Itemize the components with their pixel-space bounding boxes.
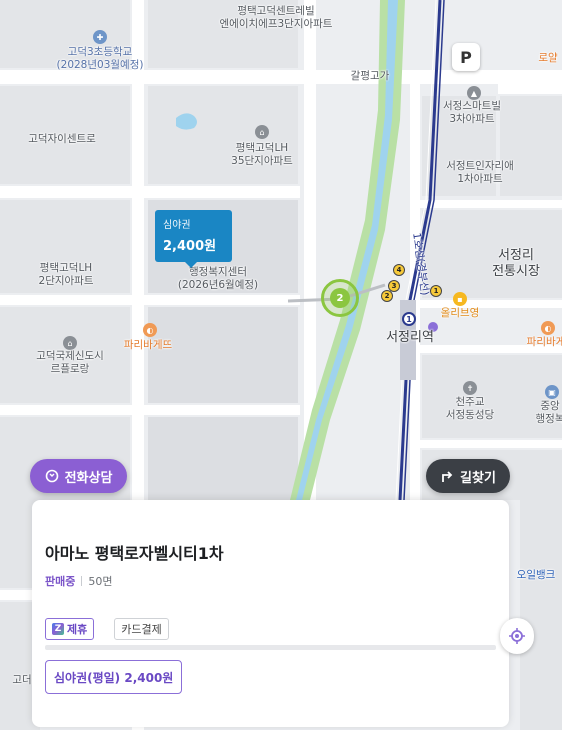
map-label-seojeong-trizia: 서정트인자리애 1차아파트 xyxy=(446,160,514,186)
parking-icon[interactable]: P xyxy=(452,43,480,71)
bakery-icon-right: ◐ xyxy=(541,321,555,335)
map-label-godeok-intl: 고덕국제신도시 르플로랑 xyxy=(36,350,104,376)
map-label-lh35: 평택고덕LH 35단지아파트 xyxy=(231,142,293,168)
apartment-icon-2: ⌂ xyxy=(63,336,77,350)
map-label-lotte: 로얄 xyxy=(538,52,558,64)
apartment-icon: ⌂ xyxy=(255,125,269,139)
price-marker[interactable]: 심야권 2,400원 xyxy=(155,210,232,268)
exit-badge-2: 2 xyxy=(381,290,393,302)
locate-button[interactable] xyxy=(500,618,534,654)
subway-line-badge-icon: 1 xyxy=(402,312,416,326)
map-label-welfare-center: 행정복지센터 (2026년6월예정) xyxy=(177,266,259,292)
card-payment-tag: 카드결제 xyxy=(114,618,169,640)
price-option-chip[interactable]: 심야권(평일) 2,400원 xyxy=(45,660,183,694)
cluster-count: 2 xyxy=(330,288,350,308)
map-label-paris-right: 파리바게 xyxy=(526,336,562,348)
price-marker-label: 심야권 xyxy=(163,220,191,231)
school-icon: ✚ xyxy=(93,30,107,44)
call-consult-label: 전화상담 xyxy=(64,470,113,486)
exit-badge-4: 4 xyxy=(393,264,405,276)
directions-label: 길찾기 xyxy=(460,470,496,486)
crosshair-icon xyxy=(509,628,525,644)
map-label-lh2: 평택고덕LH 2단지아파트 xyxy=(38,262,94,288)
call-consult-button[interactable]: 전화상담 xyxy=(30,459,127,493)
partner-tag-label: 제휴 xyxy=(67,623,88,636)
map-label-apartment-north: 평택고덕센트레빌 엔에이치에프3단지아파트 xyxy=(219,5,333,31)
building-icon: ▲ xyxy=(467,86,481,100)
bakery-icon-left: ◐ xyxy=(143,323,157,337)
shopping-icon: ▪ xyxy=(453,292,467,306)
directions-button[interactable]: 길찾기 xyxy=(426,459,510,493)
exit-badge-3: 3 xyxy=(388,280,400,292)
map-label-school: 고덕3초등학교 (2028년03월예정) xyxy=(56,46,144,72)
parking-meta-row: 판매중 50면 xyxy=(45,573,496,589)
parking-lot-name: 아마노 평택로자벨시티1차 xyxy=(45,544,224,563)
map-label-olive: 올리브영 xyxy=(440,307,480,319)
cluster-marker[interactable]: 2 xyxy=(321,279,359,317)
church-icon: ✝ xyxy=(463,381,477,395)
tags-row: Z 제휴 카드결제 xyxy=(45,618,496,640)
phone-refresh-icon xyxy=(45,469,58,483)
price-marker-price: 2,400원 xyxy=(163,239,217,254)
meta-divider xyxy=(81,576,83,586)
map-label-cheonju: 천주교 서정동성당 xyxy=(445,396,495,422)
card-divider xyxy=(45,645,496,650)
government-icon: ▣ xyxy=(545,385,559,399)
status-badge: 판매중 xyxy=(45,575,76,588)
map-label-paris-left: 파리바게뜨 xyxy=(123,339,173,351)
map-label-market: 서정리 전통시장 xyxy=(492,248,540,280)
parking-info-card[interactable]: 아마노 평택로자벨시티1차 판매중 50면 Z 제휴 카드결제 심야권(평일) … xyxy=(32,500,509,727)
partner-tag: Z 제휴 xyxy=(45,618,95,640)
map-label-godeok-center: 고덕자이센트로 xyxy=(28,133,96,145)
parking-spaces: 50면 xyxy=(88,575,113,588)
map-label-bank: 오일뱅크 xyxy=(516,569,556,581)
map-label-overpass: 갈평고가 xyxy=(350,70,390,82)
map-label-jungang: 중앙 행정복 xyxy=(535,400,562,426)
map-label-seojeong-smart: 서정스마트빌 3차아파트 xyxy=(443,100,501,126)
exit-badge-1: 1 xyxy=(430,285,442,297)
partner-logo-icon: Z xyxy=(52,623,64,635)
turn-right-icon xyxy=(442,471,453,482)
map-label-bottom-left: 고더 xyxy=(12,674,32,686)
map-label-station[interactable]: 서정리역 xyxy=(386,330,434,346)
